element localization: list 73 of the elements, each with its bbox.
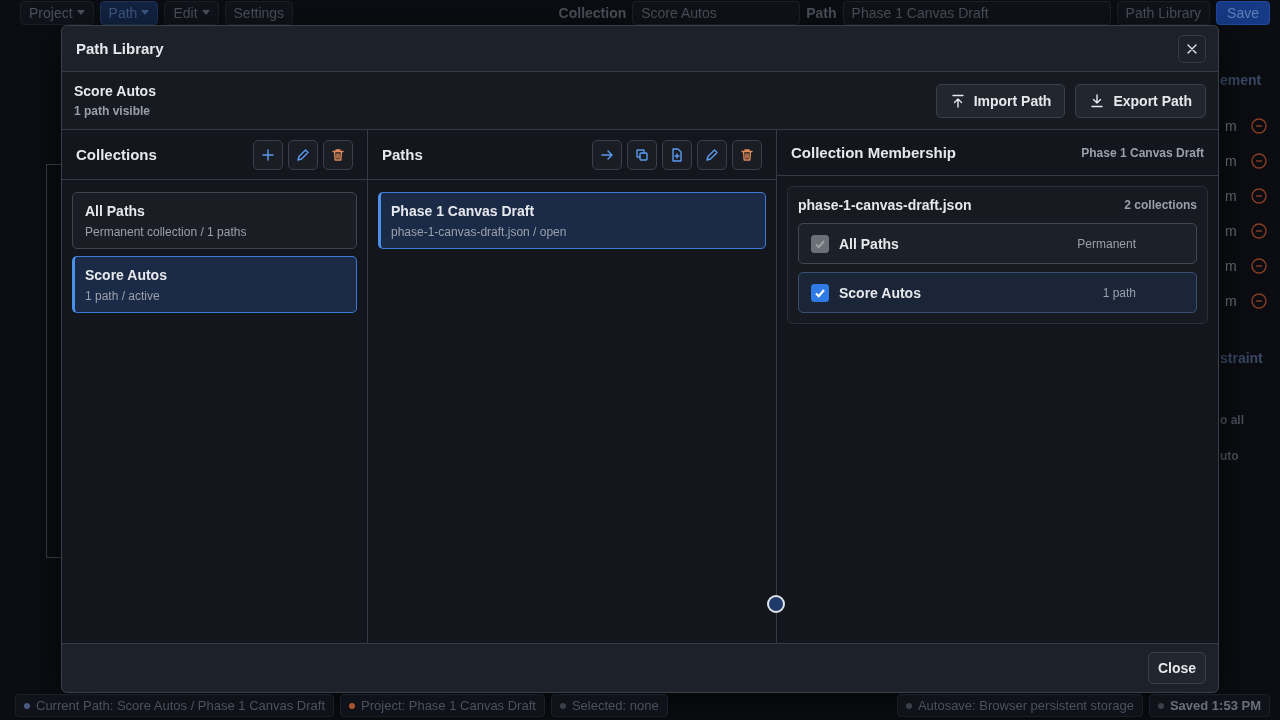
menu-button[interactable]: Edit (164, 0, 219, 25)
upload-icon (949, 92, 966, 109)
drag-handle[interactable] (767, 595, 785, 613)
caret-icon (76, 10, 85, 15)
pencil-icon (704, 146, 720, 163)
caret-icon (201, 10, 210, 15)
dialog-title: Path Library (76, 40, 164, 57)
file-plus-icon (669, 146, 685, 163)
collection-name: Score Autos (74, 83, 156, 99)
path-library-button[interactable]: Path Library (1116, 0, 1211, 25)
field-label: Collection (558, 4, 627, 21)
row-text: m (1225, 153, 1237, 169)
save-button[interactable]: Save (1216, 0, 1270, 25)
checkbox[interactable] (811, 283, 829, 302)
panel-title: Collections (76, 146, 157, 163)
toolbar-button[interactable] (732, 139, 762, 170)
collection-count: 2 collections (1124, 198, 1197, 212)
settings-button[interactable]: Settings (224, 0, 294, 25)
toolbar-button[interactable] (288, 139, 318, 170)
plus-icon (260, 146, 276, 163)
copy-icon (634, 146, 650, 163)
toolbar-button[interactable] (323, 139, 353, 170)
close-button[interactable] (1178, 34, 1206, 63)
path-name: Phase 1 Canvas Draft (1081, 145, 1204, 160)
row-text: m (1225, 293, 1237, 309)
row-text: m (1225, 258, 1237, 274)
visible-count: 1 path visible (74, 104, 152, 118)
panel-title: ement (1220, 72, 1262, 88)
membership-note: 1 path (1102, 285, 1136, 300)
panel-title: Paths (382, 146, 423, 163)
panel-title: Collection Membership (791, 144, 957, 161)
export-button[interactable]: Export Path (1075, 83, 1206, 118)
membership-note: Permanent (1077, 236, 1136, 251)
status-item: Autosave: Browser persistent storage (896, 694, 1143, 717)
download-icon (1089, 92, 1106, 109)
toolbar-button[interactable] (592, 139, 622, 170)
trash-icon (739, 146, 755, 163)
collection-label: All Paths (839, 235, 900, 252)
collection-label: Score Autos (839, 284, 922, 301)
menu-button[interactable]: Project (20, 0, 94, 25)
panel-button[interactable]: uto (1220, 449, 1239, 463)
row-text: m (1225, 118, 1237, 134)
toolbar-button[interactable] (627, 139, 657, 170)
remove-icon[interactable] (1250, 153, 1267, 169)
collection-item[interactable]: All Paths Permanent collection / 1 paths (72, 192, 357, 249)
row-text: m (1225, 223, 1237, 239)
import-button[interactable]: Import Path (935, 83, 1066, 118)
path-item[interactable]: Phase 1 Canvas Draft phase-1-canvas-draft.json / open (378, 192, 766, 249)
select-field[interactable]: Phase 1 Canvas Draft (842, 0, 1111, 25)
pencil-icon (295, 146, 311, 163)
collection-item[interactable]: Score Autos 1 path / active (72, 256, 357, 313)
select-field[interactable]: Score Autos (632, 0, 801, 25)
menu-button[interactable]: Path (99, 0, 159, 25)
caret-icon (141, 10, 150, 15)
toolbar-button[interactable] (662, 139, 692, 170)
status-item: Saved 1:53 PM (1148, 694, 1270, 717)
toolbar-button[interactable] (253, 139, 283, 170)
panel-button[interactable]: o all (1220, 413, 1244, 427)
remove-icon[interactable] (1250, 223, 1267, 239)
remove-icon[interactable] (1250, 258, 1267, 274)
field-label: Path (806, 4, 837, 21)
remove-icon[interactable] (1250, 118, 1267, 134)
trash-icon (330, 146, 346, 163)
status-item: Project: Phase 1 Canvas Draft (340, 694, 545, 717)
remove-icon[interactable] (1250, 293, 1267, 309)
toolbar-button[interactable] (697, 139, 727, 170)
status-item: Selected: none (550, 694, 668, 717)
status-item: Current Path: Score Autos / Phase 1 Canvas Draft (15, 694, 335, 717)
section-title: straint (1220, 350, 1263, 366)
file-name: phase-1-canvas-draft.json (798, 197, 972, 213)
remove-icon[interactable] (1250, 188, 1267, 204)
row-text: m (1225, 188, 1237, 204)
close-dialog-button[interactable]: Close (1147, 652, 1206, 684)
